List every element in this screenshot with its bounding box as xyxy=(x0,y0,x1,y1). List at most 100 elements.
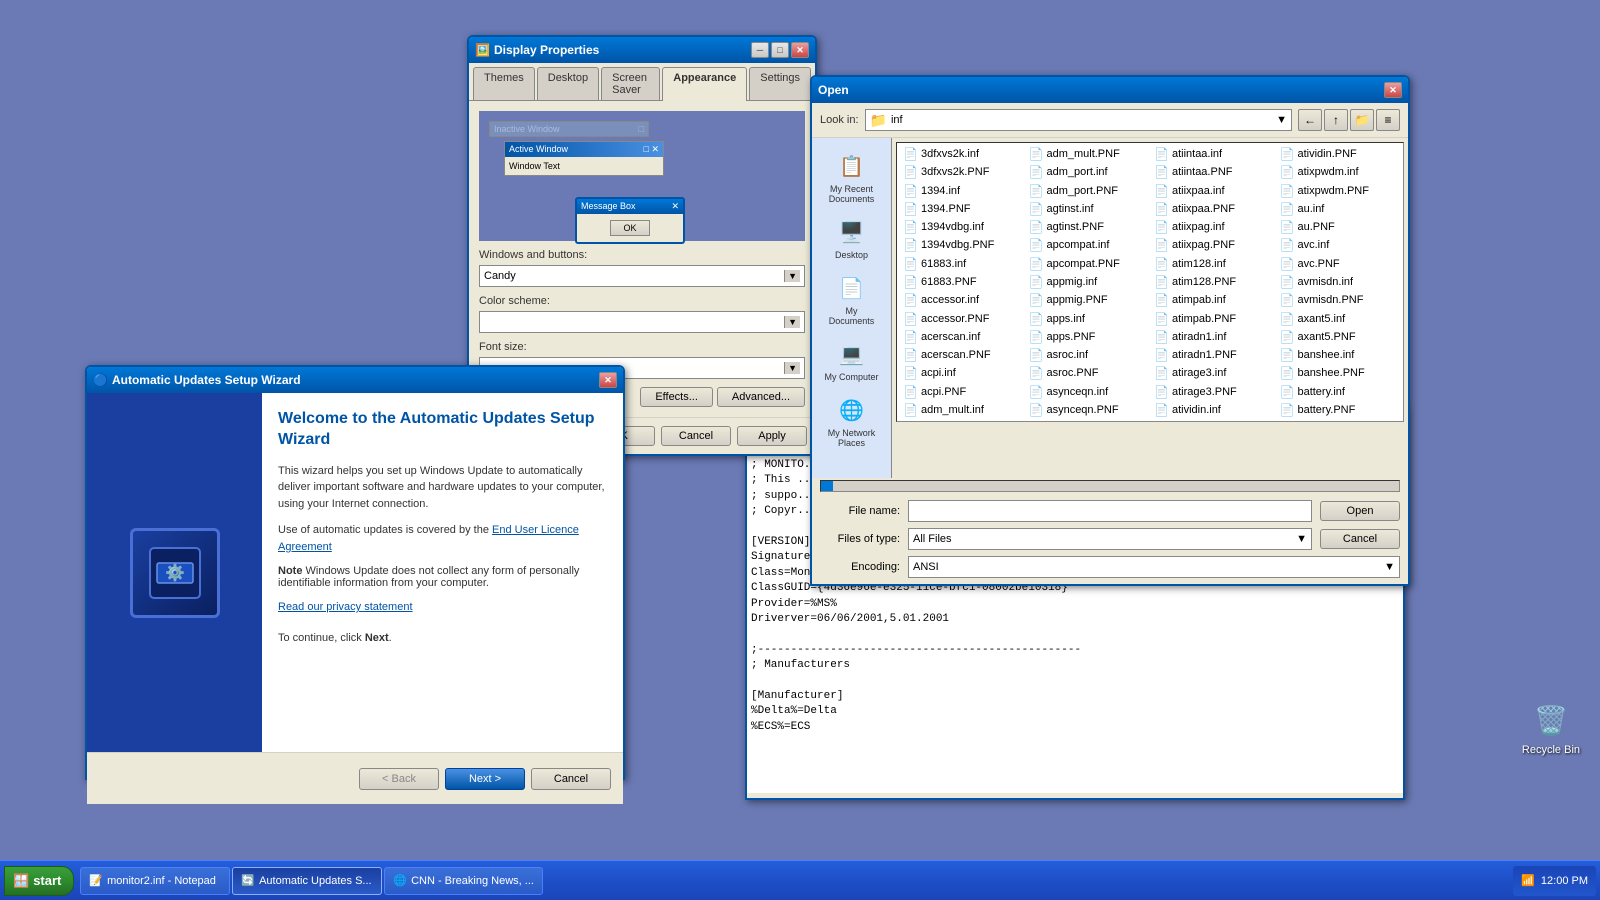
view-button[interactable]: ≡ xyxy=(1376,109,1400,131)
file-item[interactable]: 📄battery.inf xyxy=(1276,382,1402,400)
recycle-bin-icon[interactable]: 🗑️ Recycle Bin xyxy=(1522,700,1580,756)
filename-input[interactable] xyxy=(908,500,1312,522)
sidebar-network[interactable]: 🌐 My Network Places xyxy=(818,390,886,452)
file-item[interactable]: 📄adm_port.PNF xyxy=(1025,182,1151,200)
open-dialog-close[interactable]: ✕ xyxy=(1384,82,1402,98)
file-item[interactable]: 📄atimpab.PNF xyxy=(1150,309,1276,327)
file-item[interactable]: 📄atiintaa.inf xyxy=(1150,145,1276,163)
open-button[interactable]: Open xyxy=(1320,501,1400,521)
file-item[interactable]: 📄axant5.inf xyxy=(1276,309,1402,327)
sidebar-desktop[interactable]: 🖥️ Desktop xyxy=(818,212,886,264)
file-item[interactable]: 📄au.PNF xyxy=(1276,218,1402,236)
sidebar-documents[interactable]: 📄 My Documents xyxy=(818,268,886,330)
tab-desktop[interactable]: Desktop xyxy=(537,67,599,100)
file-item[interactable]: 📄avmisdn.inf xyxy=(1276,273,1402,291)
tab-themes[interactable]: Themes xyxy=(473,67,535,100)
file-item[interactable]: 📄asynceqn.PNF xyxy=(1025,401,1151,419)
file-item[interactable]: 📄atixpwdm.PNF xyxy=(1276,182,1402,200)
file-item[interactable]: 📄acerscan.PNF xyxy=(899,346,1025,364)
file-item[interactable]: 📄banshee.inf xyxy=(1276,346,1402,364)
file-item[interactable]: 📄adm_mult.inf xyxy=(899,401,1025,419)
file-item[interactable]: 📄3dfxvs2k.inf xyxy=(899,145,1025,163)
file-item[interactable]: 📄atiintaa.PNF xyxy=(1150,163,1276,181)
file-item[interactable]: 📄asynceqn.inf xyxy=(1025,382,1151,400)
start-button[interactable]: 🪟 start xyxy=(4,866,74,896)
file-item[interactable]: 📄adm_port.inf xyxy=(1025,163,1151,181)
taskbar-item-wizard[interactable]: 🔄 Automatic Updates S... xyxy=(232,867,382,895)
filename-textbox[interactable] xyxy=(913,505,1307,517)
file-item[interactable]: 📄asroc.inf xyxy=(1025,346,1151,364)
nav-up-button[interactable]: ↑ xyxy=(1324,109,1348,131)
color-scheme-dropdown[interactable]: ▼ xyxy=(479,311,805,333)
file-item[interactable]: 📄apcompat.inf xyxy=(1025,236,1151,254)
file-item[interactable]: 📄acerscan.inf xyxy=(899,328,1025,346)
file-item[interactable]: 📄atividin.inf xyxy=(1150,401,1276,419)
tab-settings[interactable]: Settings xyxy=(749,67,811,100)
file-item[interactable]: 📄accessor.PNF xyxy=(899,309,1025,327)
cancel-button-open[interactable]: Cancel xyxy=(1320,529,1400,549)
file-item[interactable]: 📄adm_mult.PNF xyxy=(1025,145,1151,163)
cancel-button[interactable]: Cancel xyxy=(661,426,731,446)
file-item[interactable]: 📄apps.inf xyxy=(1025,309,1151,327)
wizard-privacy-link[interactable]: Read our privacy statement xyxy=(278,601,413,613)
file-item[interactable]: 📄atirage3.inf xyxy=(1150,364,1276,382)
maximize-button[interactable]: □ xyxy=(771,42,789,58)
file-item[interactable]: 📄appmig.PNF xyxy=(1025,291,1151,309)
file-item[interactable]: 📄atirage3.PNF xyxy=(1150,382,1276,400)
file-item[interactable]: 📄atividin.PNF xyxy=(1276,145,1402,163)
file-item[interactable]: 📄apps.PNF xyxy=(1025,328,1151,346)
wizard-close[interactable]: ✕ xyxy=(599,372,617,388)
sidebar-recent-docs[interactable]: 📋 My RecentDocuments xyxy=(818,146,886,208)
file-item[interactable]: 📄atiixpaa.PNF xyxy=(1150,200,1276,218)
file-item[interactable]: 📄1394.inf xyxy=(899,182,1025,200)
file-item[interactable]: 📄3dfxvs2k.PNF xyxy=(899,163,1025,181)
file-item[interactable]: 📄1394vdbg.PNF xyxy=(899,236,1025,254)
file-item[interactable]: 📄asroc.PNF xyxy=(1025,364,1151,382)
effects-button[interactable]: Effects... xyxy=(640,387,713,407)
file-item[interactable]: 📄atiradn1.inf xyxy=(1150,328,1276,346)
close-button[interactable]: ✕ xyxy=(791,42,809,58)
file-item[interactable]: 📄apcompat.PNF xyxy=(1025,255,1151,273)
file-item[interactable]: 📄accessor.inf xyxy=(899,291,1025,309)
file-item[interactable]: 📄atiixpag.inf xyxy=(1150,218,1276,236)
file-item[interactable]: 📄appmig.inf xyxy=(1025,273,1151,291)
taskbar-item-cnn[interactable]: 🌐 CNN - Breaking News, ... xyxy=(384,867,543,895)
file-item[interactable]: 📄atixpwdm.inf xyxy=(1276,163,1402,181)
file-item[interactable]: 📄atiixpaa.inf xyxy=(1150,182,1276,200)
apply-button[interactable]: Apply xyxy=(737,426,807,446)
file-item[interactable]: 📄agtinst.inf xyxy=(1025,200,1151,218)
back-button[interactable]: < Back xyxy=(359,768,439,790)
file-item[interactable]: 📄avmisdn.PNF xyxy=(1276,291,1402,309)
filetype-select[interactable]: All Files ▼ xyxy=(908,528,1312,550)
windows-buttons-dropdown[interactable]: Candy ▼ xyxy=(479,265,805,287)
taskbar-item-notepad[interactable]: 📝 monitor2.inf - Notepad xyxy=(80,867,230,895)
file-item[interactable]: 📄acpi.inf xyxy=(899,364,1025,382)
new-folder-button[interactable]: 📁 xyxy=(1350,109,1374,131)
tab-appearance[interactable]: Appearance xyxy=(662,67,747,101)
look-in-combo[interactable]: 📁 inf ▼ xyxy=(865,109,1292,131)
sidebar-my-computer[interactable]: 💻 My Computer xyxy=(818,334,886,386)
encoding-select[interactable]: ANSI ▼ xyxy=(908,556,1400,578)
file-item[interactable]: 📄avc.inf xyxy=(1276,236,1402,254)
file-item[interactable]: 📄agtinst.PNF xyxy=(1025,218,1151,236)
file-item[interactable]: 📄1394.PNF xyxy=(899,200,1025,218)
file-item[interactable]: 📄acpi.PNF xyxy=(899,382,1025,400)
file-item[interactable]: 📄atim128.inf xyxy=(1150,255,1276,273)
file-item[interactable]: 📄atim128.PNF xyxy=(1150,273,1276,291)
file-item[interactable]: 📄au.inf xyxy=(1276,200,1402,218)
file-item[interactable]: 📄axant5.PNF xyxy=(1276,328,1402,346)
file-item[interactable]: 📄atiixpag.PNF xyxy=(1150,236,1276,254)
file-item[interactable]: 📄battery.PNF xyxy=(1276,401,1402,419)
file-item[interactable]: 📄atimpab.inf xyxy=(1150,291,1276,309)
minimize-button[interactable]: ─ xyxy=(751,42,769,58)
cancel-button-wizard[interactable]: Cancel xyxy=(531,768,611,790)
file-item[interactable]: 📄61883.PNF xyxy=(899,273,1025,291)
nav-back-button[interactable]: ← xyxy=(1298,109,1322,131)
file-item[interactable]: 📄61883.inf xyxy=(899,255,1025,273)
ok-button-preview[interactable]: OK xyxy=(610,220,649,236)
tab-screensaver[interactable]: Screen Saver xyxy=(601,67,660,100)
advanced-button[interactable]: Advanced... xyxy=(717,387,805,407)
next-button[interactable]: Next > xyxy=(445,768,525,790)
file-item[interactable]: 📄avc.PNF xyxy=(1276,255,1402,273)
file-item[interactable]: 📄1394vdbg.inf xyxy=(899,218,1025,236)
